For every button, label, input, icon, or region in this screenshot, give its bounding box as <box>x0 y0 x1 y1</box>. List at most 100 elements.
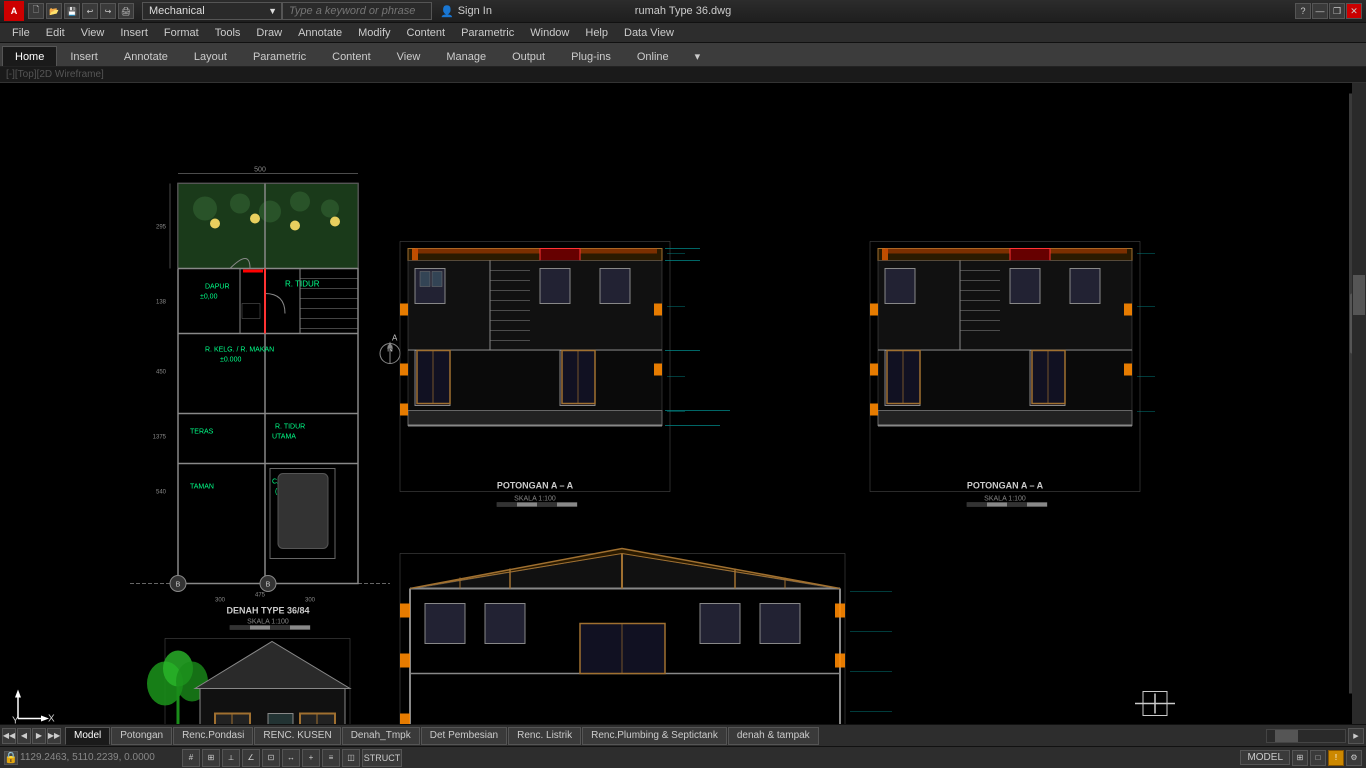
svg-text:SKALA 1:100: SKALA 1:100 <box>984 496 1026 503</box>
tab-plugins[interactable]: Plug-ins <box>558 46 624 66</box>
struct-button[interactable]: STRUCT <box>362 749 402 767</box>
canvas-area[interactable]: DAPUR ±0,00 R. TIDUR R. KELG. / R. MAKAN… <box>0 83 1366 724</box>
ortho-button[interactable]: ⟂ <box>222 749 240 767</box>
sheet-tab-denahtampak[interactable]: denah & tampak <box>728 727 819 745</box>
tab-online[interactable]: Online <box>624 46 682 66</box>
svg-text:TAMAN: TAMAN <box>190 484 214 491</box>
sign-in-button[interactable]: 👤 Sign In <box>440 5 492 18</box>
menu-parametric[interactable]: Parametric <box>453 25 522 41</box>
sheet-tab-area: Model Potongan Renc.Pondasi RENC. KUSEN … <box>65 727 1262 745</box>
snap-grid-button[interactable]: # <box>182 749 200 767</box>
menu-help[interactable]: Help <box>577 25 616 41</box>
svg-text:———: ——— <box>1137 252 1155 258</box>
menu-insert[interactable]: Insert <box>112 25 156 41</box>
snap-points-button[interactable]: ⊞ <box>202 749 220 767</box>
user-icon: 👤 <box>440 5 454 18</box>
tab-layout[interactable]: Layout <box>181 46 240 66</box>
quick-access-toolbar: 🗋 📂 💾 ↩ ↪ 🖨 <box>28 3 134 19</box>
maximize-button[interactable]: ❐ <box>1329 3 1345 19</box>
polar-button[interactable]: ∠ <box>242 749 260 767</box>
keyword-search-input[interactable] <box>282 2 432 20</box>
sheet-tab-denahtmpk[interactable]: Denah_Tmpk <box>342 727 420 745</box>
svg-text:±0.000: ±0.000 <box>220 357 241 364</box>
scroll-right-button[interactable]: ▶ <box>1348 728 1364 744</box>
lineweight-button[interactable]: ≡ <box>322 749 340 767</box>
svg-text:A: A <box>392 334 398 343</box>
vertical-scrollbar[interactable] <box>1352 83 1366 724</box>
undo-button[interactable]: ↩ <box>82 3 98 19</box>
dynin-button[interactable]: + <box>302 749 320 767</box>
drawing-canvas[interactable]: DAPUR ±0,00 R. TIDUR R. KELG. / R. MAKAN… <box>0 83 1366 724</box>
tab-parametric[interactable]: Parametric <box>240 46 319 66</box>
menu-bar: File Edit View Insert Format Tools Draw … <box>0 23 1366 43</box>
otrack-button[interactable]: ↔ <box>282 749 300 767</box>
tab-next-button[interactable]: ▶ <box>32 728 46 744</box>
layout-button[interactable]: ⊞ <box>1292 750 1308 766</box>
tab-home[interactable]: Home <box>2 46 57 66</box>
single-view-button[interactable]: □ <box>1310 750 1326 766</box>
svg-text:———: ——— <box>667 410 685 416</box>
transparency-button[interactable]: ◫ <box>342 749 360 767</box>
coordinate-display: 1129.2463, 5110.2239, 0.0000 <box>20 752 180 763</box>
tab-annotate[interactable]: Annotate <box>111 46 181 66</box>
menu-content[interactable]: Content <box>399 25 454 41</box>
svg-text:R. TIDUR: R. TIDUR <box>275 424 305 431</box>
svg-text:300: 300 <box>215 598 226 604</box>
file-title: rumah Type 36.dwg <box>635 5 731 17</box>
tab-output[interactable]: Output <box>499 46 558 66</box>
svg-text:———————: ——————— <box>850 590 892 596</box>
minimize-button[interactable]: — <box>1312 3 1328 19</box>
menu-dataview[interactable]: Data View <box>616 25 682 41</box>
svg-text:UTAMA: UTAMA <box>272 434 296 441</box>
menu-tools[interactable]: Tools <box>207 25 249 41</box>
app-icon[interactable]: A <box>4 1 24 21</box>
menu-edit[interactable]: Edit <box>38 25 73 41</box>
svg-text:———————: ——————— <box>850 670 892 676</box>
tab-prev-button[interactable]: ◀ <box>17 728 31 744</box>
osnap-button[interactable]: ⊡ <box>262 749 280 767</box>
ribbon-tabs: Home Insert Annotate Layout Parametric C… <box>0 43 1366 67</box>
menu-window[interactable]: Window <box>522 25 577 41</box>
sheet-tab-detpembesian[interactable]: Det Pembesian <box>421 727 507 745</box>
svg-text:138: 138 <box>156 300 167 306</box>
print-button[interactable]: 🖨 <box>118 3 134 19</box>
menu-modify[interactable]: Modify <box>350 25 398 41</box>
sheet-tab-rencpondasi[interactable]: Renc.Pondasi <box>173 727 253 745</box>
tab-last-button[interactable]: ▶▶ <box>47 728 61 744</box>
menu-draw[interactable]: Draw <box>248 25 290 41</box>
sheet-tab-model[interactable]: Model <box>65 727 110 745</box>
tab-content[interactable]: Content <box>319 46 384 66</box>
svg-text:POTONGAN A – A: POTONGAN A – A <box>967 481 1044 491</box>
tab-insert[interactable]: Insert <box>57 46 111 66</box>
svg-text:295: 295 <box>156 225 167 231</box>
open-button[interactable]: 📂 <box>46 3 62 19</box>
help-button[interactable]: ? <box>1295 3 1311 19</box>
menu-annotate[interactable]: Annotate <box>290 25 350 41</box>
tab-first-button[interactable]: ◀◀ <box>2 728 16 744</box>
notify-button[interactable]: ! <box>1328 750 1344 766</box>
menu-format[interactable]: Format <box>156 25 207 41</box>
save-button[interactable]: 💾 <box>64 3 80 19</box>
sheet-tab-renclistrik[interactable]: Renc. Listrik <box>508 727 581 745</box>
horizontal-scrollbar[interactable] <box>1266 729 1346 743</box>
sheet-tab-potongan[interactable]: Potongan <box>111 727 172 745</box>
tab-manage[interactable]: Manage <box>433 46 499 66</box>
svg-text:———: ——— <box>1137 410 1155 416</box>
title-bar: A 🗋 📂 💾 ↩ ↪ 🖨 Mechanical ▼ rumah Type 36… <box>0 0 1366 23</box>
status-lock-icon[interactable]: 🔒 <box>4 751 18 765</box>
svg-text:TERAS: TERAS <box>190 429 214 436</box>
tab-more[interactable]: ▾ <box>682 46 714 66</box>
new-button[interactable]: 🗋 <box>28 3 44 19</box>
tab-view[interactable]: View <box>384 46 434 66</box>
sheet-tab-renckusen[interactable]: RENC. KUSEN <box>254 727 340 745</box>
workspace-dropdown[interactable]: Mechanical ▼ <box>142 2 282 20</box>
settings-button[interactable]: ⚙ <box>1346 750 1362 766</box>
menu-view[interactable]: View <box>73 25 113 41</box>
svg-text:R. TIDUR: R. TIDUR <box>285 280 320 289</box>
close-button[interactable]: ✕ <box>1346 3 1362 19</box>
menu-file[interactable]: File <box>4 25 38 41</box>
sheet-tab-plumbing[interactable]: Renc.Plumbing & Septictank <box>582 727 727 745</box>
svg-text:450: 450 <box>156 370 167 376</box>
status-tools: # ⊞ ⟂ ∠ ⊡ ↔ + ≡ ◫ STRUCT <box>182 749 1238 767</box>
redo-button[interactable]: ↪ <box>100 3 116 19</box>
